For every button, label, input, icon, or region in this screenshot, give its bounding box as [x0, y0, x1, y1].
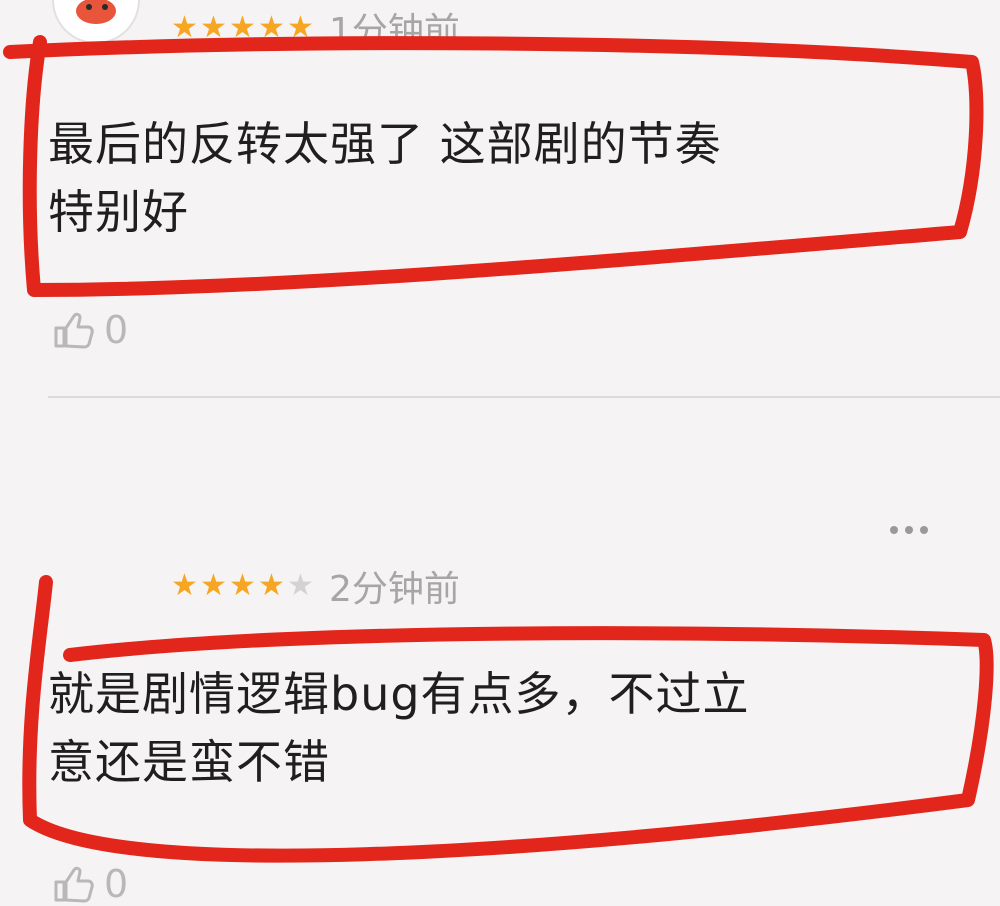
review-text-line: 意还是蛮不错: [48, 735, 330, 789]
thumbs-up-icon: [54, 312, 94, 349]
like-count: 0: [104, 862, 129, 906]
rating-row: ★ ★ ★ ★ ★ 1分钟前: [170, 2, 460, 54]
star-icon: ★: [200, 568, 227, 603]
star-icon: ★: [258, 10, 285, 45]
star-icon: ★: [287, 10, 314, 45]
star-icon: ★: [229, 10, 256, 45]
review-text: 就是剧情逻辑bug有点多，不过立 意还是蛮不错: [48, 660, 948, 796]
like-button[interactable]: 0: [52, 308, 128, 352]
avatar[interactable]: [52, 0, 140, 44]
star-icon: ★: [171, 568, 198, 603]
more-dot: [920, 526, 928, 534]
star-icon: ★: [229, 568, 256, 603]
review-text-line: 最后的反转太强了 这部剧的节奏: [48, 117, 722, 171]
timestamp: 1分钟前: [329, 11, 460, 52]
star-icon: ★: [171, 10, 198, 45]
more-dot: [890, 526, 898, 534]
star-rating: ★ ★ ★ ★ ★: [170, 571, 315, 601]
star-rating: ★ ★ ★ ★ ★: [170, 13, 315, 43]
star-icon: ★: [287, 568, 314, 603]
more-dot: [905, 526, 913, 534]
like-count: 0: [104, 308, 129, 352]
avatar-eye: [102, 4, 108, 10]
like-button[interactable]: 0: [52, 862, 128, 906]
rating-row: ★ ★ ★ ★ ★ 2分钟前: [170, 560, 460, 612]
review-text: 最后的反转太强了 这部剧的节奏 特别好: [48, 110, 948, 246]
more-options-icon[interactable]: [890, 526, 928, 534]
divider: [48, 396, 1000, 398]
timestamp: 2分钟前: [329, 569, 460, 610]
star-icon: ★: [258, 568, 285, 603]
review-text-line: 就是剧情逻辑bug有点多，不过立: [48, 667, 750, 721]
review-text-line: 特别好: [48, 185, 189, 239]
avatar-illustration: [76, 0, 116, 24]
avatar-eye: [86, 4, 92, 10]
star-icon: ★: [200, 10, 227, 45]
thumbs-up-icon: [54, 866, 94, 903]
